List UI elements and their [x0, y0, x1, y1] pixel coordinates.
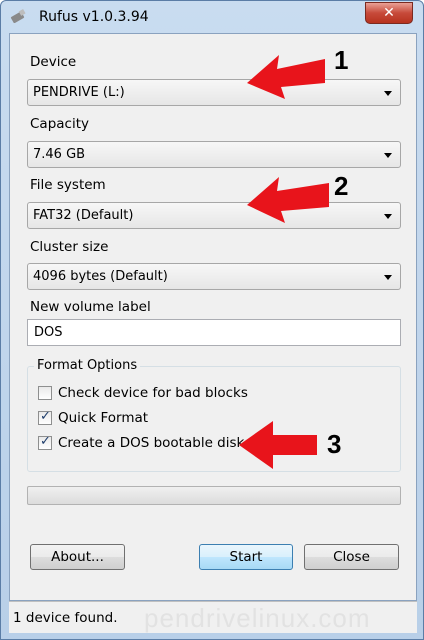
- volume-label-label: New volume label: [30, 299, 151, 315]
- progress-bar: [27, 486, 401, 505]
- window-title: Rufus v1.0.3.94: [39, 9, 149, 25]
- chevron-down-icon: [384, 214, 392, 219]
- file-system-label: File system: [30, 177, 106, 193]
- status-text: 1 device found.: [13, 610, 118, 626]
- cluster-size-value: 4096 bytes (Default): [33, 269, 168, 284]
- annotation-number-2: 2: [334, 171, 349, 201]
- rufus-window: Rufus v1.0.3.94 ✕ Device PENDRIVE (L:) C…: [0, 0, 424, 640]
- capacity-dropdown[interactable]: 7.46 GB: [27, 141, 401, 168]
- device-value: PENDRIVE (L:): [33, 85, 125, 100]
- status-bar: 1 device found. pendrivelinux.com: [9, 601, 417, 633]
- file-system-value: FAT32 (Default): [33, 208, 134, 223]
- quick-format-label: Quick Format: [58, 410, 149, 426]
- close-button[interactable]: Close: [304, 544, 399, 570]
- window-close-button[interactable]: ✕: [365, 2, 413, 24]
- about-button[interactable]: About...: [30, 544, 125, 570]
- capacity-label: Capacity: [30, 116, 89, 132]
- cluster-size-dropdown[interactable]: 4096 bytes (Default): [27, 263, 401, 290]
- chevron-down-icon: [384, 91, 392, 96]
- main-panel: Device PENDRIVE (L:) Capacity 7.46 GB Fi…: [9, 33, 417, 601]
- annotation-arrow-3: [239, 421, 317, 469]
- volume-label-value: DOS: [34, 325, 63, 340]
- bad-blocks-label: Check device for bad blocks: [58, 385, 248, 401]
- annotation-arrow-1: [247, 55, 325, 99]
- start-button[interactable]: Start: [199, 544, 293, 570]
- cluster-size-label: Cluster size: [30, 239, 109, 255]
- usb-drive-icon: [10, 9, 26, 23]
- dos-bootable-label: Create a DOS bootable disk: [58, 435, 245, 451]
- file-system-dropdown[interactable]: FAT32 (Default): [27, 202, 401, 229]
- device-label: Device: [30, 54, 77, 70]
- chevron-down-icon: [384, 275, 392, 280]
- device-dropdown[interactable]: PENDRIVE (L:): [27, 79, 401, 106]
- checkmark-icon: ✓: [40, 434, 51, 449]
- format-options-title: Format Options: [34, 358, 141, 373]
- chevron-down-icon: [384, 153, 392, 158]
- checkbox-box[interactable]: ✓: [38, 434, 52, 450]
- volume-label-input[interactable]: DOS: [27, 319, 401, 346]
- title-bar[interactable]: Rufus v1.0.3.94 ✕: [1, 1, 423, 33]
- watermark: pendrivelinux.com: [144, 603, 371, 633]
- close-icon: ✕: [383, 5, 395, 21]
- annotation-number-3: 3: [327, 429, 342, 459]
- checkmark-icon: ✓: [40, 409, 51, 424]
- checkbox-box[interactable]: [38, 386, 52, 400]
- annotation-number-1: 1: [334, 45, 349, 75]
- checkbox-box[interactable]: ✓: [38, 409, 52, 425]
- annotation-arrow-2: [247, 177, 329, 223]
- capacity-value: 7.46 GB: [33, 147, 86, 162]
